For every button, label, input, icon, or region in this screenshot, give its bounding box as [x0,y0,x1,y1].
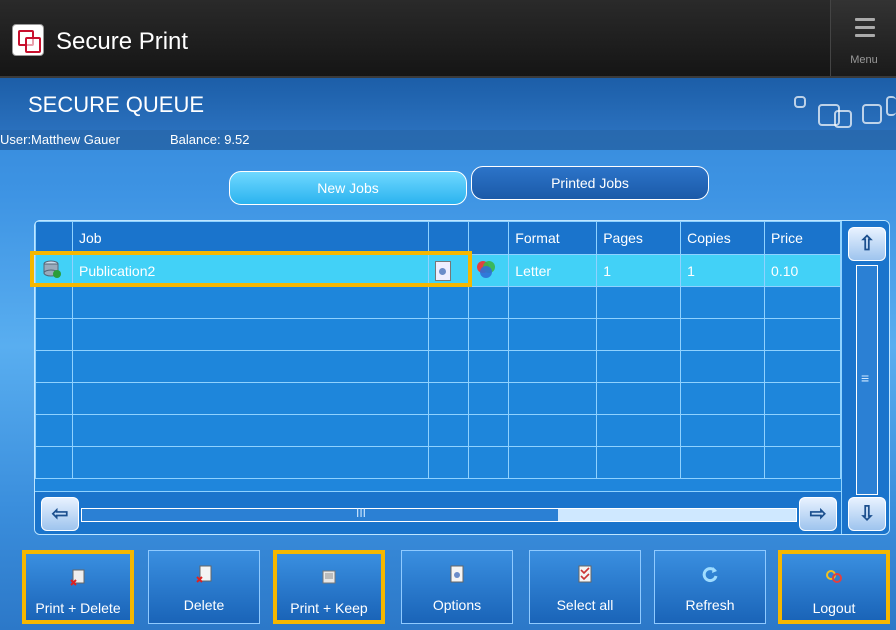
scroll-right-icon[interactable]: ⇨ [799,497,837,531]
logout-icon [826,570,842,583]
table-row [35,446,841,479]
column-header-price[interactable]: Price [764,221,841,255]
delete-button[interactable]: Delete [148,550,260,624]
app-logo-icon [12,24,44,56]
table-row [35,286,841,319]
refresh-label: Refresh [685,597,735,613]
decor-printer-icon [834,110,852,128]
vertical-scroll-track[interactable]: ≡ [856,265,878,495]
options-label: Options [432,597,482,613]
column-header-pages[interactable]: Pages [596,221,682,255]
refresh-icon [702,567,718,583]
grip-icon: ≡ [861,370,870,386]
balance: Balance: 9.52 [170,132,250,147]
horizontal-scrollbar[interactable]: ⇦ III ⇨ [35,491,841,534]
title-bar: Secure Print Menu [0,0,896,78]
select-all-icon [578,565,592,583]
job-pages: 1 [596,254,682,287]
decor-square-icon [862,104,882,124]
vertical-scrollbar[interactable]: ⇧ ≡ ⇩ [841,221,889,534]
scroll-up-icon[interactable]: ⇧ [848,227,886,261]
job-options-icon[interactable] [435,260,452,281]
menu-icon [855,18,875,21]
database-check-icon [43,260,61,278]
delete-icon [196,565,212,583]
grip-icon: III [356,506,367,520]
scroll-down-icon[interactable]: ⇩ [848,497,886,531]
print-keep-label: Print + Keep [290,600,368,616]
tab-printed-jobs[interactable]: Printed Jobs [471,166,709,200]
column-header-job[interactable]: Job [71,221,430,255]
menu-label: Menu [850,54,878,66]
horizontal-scroll-thumb[interactable] [82,509,558,521]
horizontal-scroll-track[interactable]: III [81,506,797,522]
logout-button[interactable]: Logout [778,550,890,624]
job-copies: 1 [680,254,766,287]
logout-label: Logout [812,600,856,616]
menu-button[interactable]: Menu [830,0,896,76]
color-print-icon [477,261,496,278]
decor-square-icon [886,96,896,116]
print-keep-icon [322,570,336,584]
print-delete-icon [70,569,85,586]
refresh-button[interactable]: Refresh [654,550,766,624]
page-title: SECURE QUEUE [28,92,205,117]
print-keep-button[interactable]: Print + Keep [273,550,385,624]
column-header-format[interactable]: Format [508,221,598,255]
select-all-label: Select all [556,597,614,613]
table-row [35,382,841,415]
table-row[interactable]: Publication2 Letter 1 1 0.10 [35,254,841,287]
job-price: 0.10 [764,254,841,287]
job-format: Letter [508,254,598,287]
print-delete-button[interactable]: Print + Delete [22,550,134,624]
table-row [35,414,841,447]
table-row [35,350,841,383]
options-button[interactable]: Options [401,550,513,624]
column-header-copies[interactable]: Copies [680,221,766,255]
job-name: Publication2 [71,254,430,287]
options-icon [450,565,464,583]
table-row [35,318,841,351]
jobs-table: Job Format Pages Copies Price Publicatio… [34,220,890,535]
select-all-button[interactable]: Select all [529,550,641,624]
tab-new-jobs[interactable]: New Jobs [229,171,467,205]
app-title: Secure Print [56,28,189,55]
decor-square-icon [794,96,806,108]
print-delete-label: Print + Delete [35,600,121,616]
user-name: User:Matthew Gauer [0,132,120,147]
user-info-bar: User:Matthew Gauer Balance: 9.52 [0,130,896,150]
delete-label: Delete [183,597,225,613]
scroll-left-icon[interactable]: ⇦ [41,497,79,531]
